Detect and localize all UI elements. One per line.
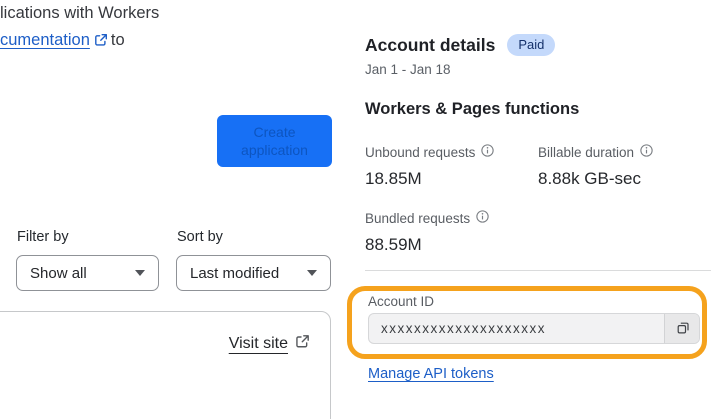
intro-line-2: cumentation to — [0, 27, 159, 56]
info-icon[interactable] — [481, 144, 495, 160]
filter-by-label: Filter by — [17, 229, 69, 245]
filter-dropdown[interactable]: Show all — [16, 255, 159, 291]
stat-value: 88.59M — [365, 235, 422, 254]
stat-label: Bundled requests — [365, 210, 471, 226]
stat-value: 18.85M — [365, 169, 422, 188]
stat-value: 8.88k GB-sec — [538, 169, 641, 188]
intro-suffix: to — [110, 31, 125, 49]
paid-badge: Paid — [507, 34, 556, 56]
project-card: Visit site — [0, 311, 331, 419]
intro-line-1: lications with Workers — [0, 4, 160, 22]
workers-pages-dashboard: lications with Workers cumentation to Cre… — [0, 0, 718, 419]
documentation-link[interactable]: cumentation — [0, 31, 90, 49]
filter-dropdown-value: Show all — [30, 264, 87, 282]
sort-by-label: Sort by — [177, 229, 223, 245]
create-application-button[interactable]: Create application — [217, 115, 332, 167]
stat-billable-duration: Billable duration 8.88k GB-sec — [538, 144, 653, 189]
stat-label: Billable duration — [538, 144, 635, 160]
account-details-header: Account details Paid — [365, 34, 556, 56]
chevron-down-icon — [135, 270, 145, 276]
stat-unbound-requests: Unbound requests 18.85M — [365, 144, 495, 189]
external-link-icon — [94, 29, 108, 56]
account-id-label: Account ID — [368, 294, 435, 309]
account-id-input[interactable]: xxxxxxxxxxxxxxxxxxxx — [369, 314, 664, 343]
workers-pages-functions-title: Workers & Pages functions — [365, 100, 580, 118]
sort-dropdown-value: Last modified — [190, 264, 280, 282]
account-id-field-group: xxxxxxxxxxxxxxxxxxxx — [368, 313, 700, 344]
chevron-down-icon — [307, 270, 317, 276]
external-link-icon — [295, 334, 310, 354]
divider — [365, 270, 711, 271]
info-icon[interactable] — [476, 210, 489, 226]
intro-text: lications with Workers cumentation to — [0, 0, 159, 56]
info-icon[interactable] — [640, 144, 653, 160]
visit-site-link[interactable]: Visit site — [229, 334, 310, 354]
copy-icon — [675, 320, 690, 338]
copy-button[interactable] — [664, 314, 699, 343]
stat-bundled-requests: Bundled requests 88.59M — [365, 210, 489, 255]
stat-label-row: Bundled requests — [365, 210, 489, 226]
sort-dropdown[interactable]: Last modified — [176, 255, 331, 291]
visit-site-label: Visit site — [228, 335, 288, 352]
stat-label: Unbound requests — [365, 144, 476, 160]
manage-api-tokens-link[interactable]: Manage API tokens — [368, 366, 494, 382]
stat-label-row: Billable duration — [538, 144, 653, 160]
stat-label-row: Unbound requests — [365, 144, 495, 160]
account-details-title: Account details — [365, 34, 496, 55]
date-range: Jan 1 - Jan 18 — [365, 62, 451, 77]
